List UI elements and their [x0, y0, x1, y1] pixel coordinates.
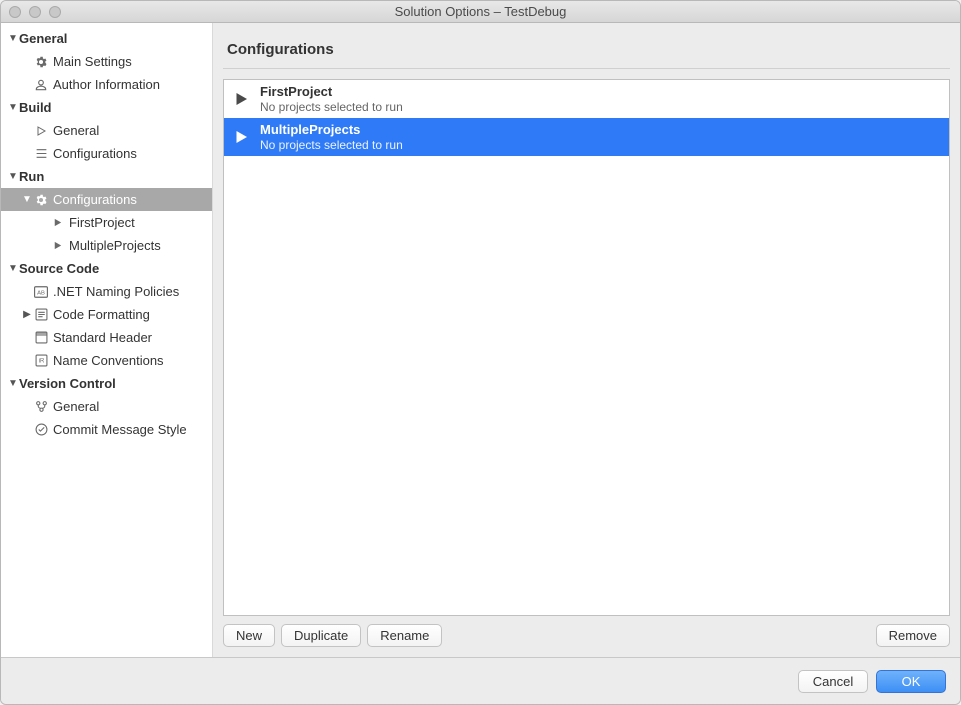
- config-subtitle: No projects selected to run: [260, 100, 403, 114]
- sidebar-item-net-naming[interactable]: AB .NET Naming Policies: [1, 280, 212, 303]
- sidebar-item-name-conventions[interactable]: iR Name Conventions: [1, 349, 212, 372]
- list-icon: [33, 146, 49, 162]
- sidebar-section-source-code[interactable]: ▼ Source Code: [1, 257, 212, 280]
- svg-text:AB: AB: [37, 290, 45, 296]
- sidebar-item-run-multipleprojects[interactable]: MultipleProjects: [1, 234, 212, 257]
- sidebar-item-build-configurations[interactable]: Configurations: [1, 142, 212, 165]
- content-body: FirstProject No projects selected to run…: [223, 79, 950, 647]
- caret-down-icon: ▼: [21, 194, 33, 205]
- gear-icon: [33, 192, 49, 208]
- solution-options-window: Solution Options – TestDebug ▼ General M…: [0, 0, 961, 705]
- caret-right-icon: ▶: [21, 309, 33, 320]
- header-icon: [33, 330, 49, 346]
- list-item[interactable]: MultipleProjects No projects selected to…: [224, 118, 949, 156]
- sidebar-item-run-configurations[interactable]: ▼ Configurations: [1, 188, 212, 211]
- svg-text:iR: iR: [38, 359, 44, 365]
- list-item[interactable]: FirstProject No projects selected to run: [224, 80, 949, 118]
- gear-icon: [33, 54, 49, 70]
- sidebar-item-standard-header[interactable]: Standard Header: [1, 326, 212, 349]
- branch-icon: [33, 399, 49, 415]
- sidebar-item-build-general[interactable]: General: [1, 119, 212, 142]
- config-name: FirstProject: [260, 84, 403, 100]
- sidebar-item-author-info[interactable]: Author Information: [1, 73, 212, 96]
- abbr-icon: AB: [33, 284, 49, 300]
- person-icon: [33, 77, 49, 93]
- sidebar-item-code-formatting[interactable]: ▶ Code Formatting: [1, 303, 212, 326]
- caret-down-icon: ▼: [7, 171, 19, 182]
- sidebar-section-run[interactable]: ▼ Run: [1, 165, 212, 188]
- sidebar-section-build[interactable]: ▼ Build: [1, 96, 212, 119]
- configurations-list[interactable]: FirstProject No projects selected to run…: [223, 79, 950, 616]
- content-panel: Configurations FirstProject No projects …: [213, 23, 960, 657]
- sidebar-item-main-settings[interactable]: Main Settings: [1, 50, 212, 73]
- caret-down-icon: ▼: [7, 263, 19, 274]
- rename-button[interactable]: Rename: [367, 624, 442, 647]
- duplicate-button[interactable]: Duplicate: [281, 624, 361, 647]
- sidebar-item-vc-general[interactable]: General: [1, 395, 212, 418]
- cancel-button[interactable]: Cancel: [798, 670, 868, 693]
- new-button[interactable]: New: [223, 624, 275, 647]
- caret-down-icon: ▼: [7, 33, 19, 44]
- config-subtitle: No projects selected to run: [260, 138, 403, 152]
- play-icon: [49, 215, 65, 231]
- check-circle-icon: [33, 422, 49, 438]
- play-icon: [230, 88, 252, 110]
- sidebar-tree[interactable]: ▼ General Main Settings Author Informati…: [1, 23, 213, 657]
- caret-down-icon: ▼: [7, 102, 19, 113]
- play-icon: [230, 126, 252, 148]
- list-buttons: New Duplicate Rename Remove: [223, 624, 950, 647]
- titlebar: Solution Options – TestDebug: [1, 1, 960, 23]
- content-title: Configurations: [223, 23, 950, 69]
- sidebar-section-general[interactable]: ▼ General: [1, 27, 212, 50]
- sidebar-section-version-control[interactable]: ▼ Version Control: [1, 372, 212, 395]
- main-split: ▼ General Main Settings Author Informati…: [1, 23, 960, 658]
- sidebar-item-commit-style[interactable]: Commit Message Style: [1, 418, 212, 441]
- play-outline-icon: [33, 123, 49, 139]
- tag-icon: iR: [33, 353, 49, 369]
- caret-down-icon: ▼: [7, 378, 19, 389]
- sidebar-item-run-firstproject[interactable]: FirstProject: [1, 211, 212, 234]
- body-area: ▼ General Main Settings Author Informati…: [1, 23, 960, 704]
- dialog-footer: Cancel OK: [1, 658, 960, 704]
- remove-button[interactable]: Remove: [876, 624, 950, 647]
- ok-button[interactable]: OK: [876, 670, 946, 693]
- config-name: MultipleProjects: [260, 122, 403, 138]
- play-icon: [49, 238, 65, 254]
- window-title: Solution Options – TestDebug: [1, 4, 960, 19]
- paragraph-icon: [33, 307, 49, 323]
